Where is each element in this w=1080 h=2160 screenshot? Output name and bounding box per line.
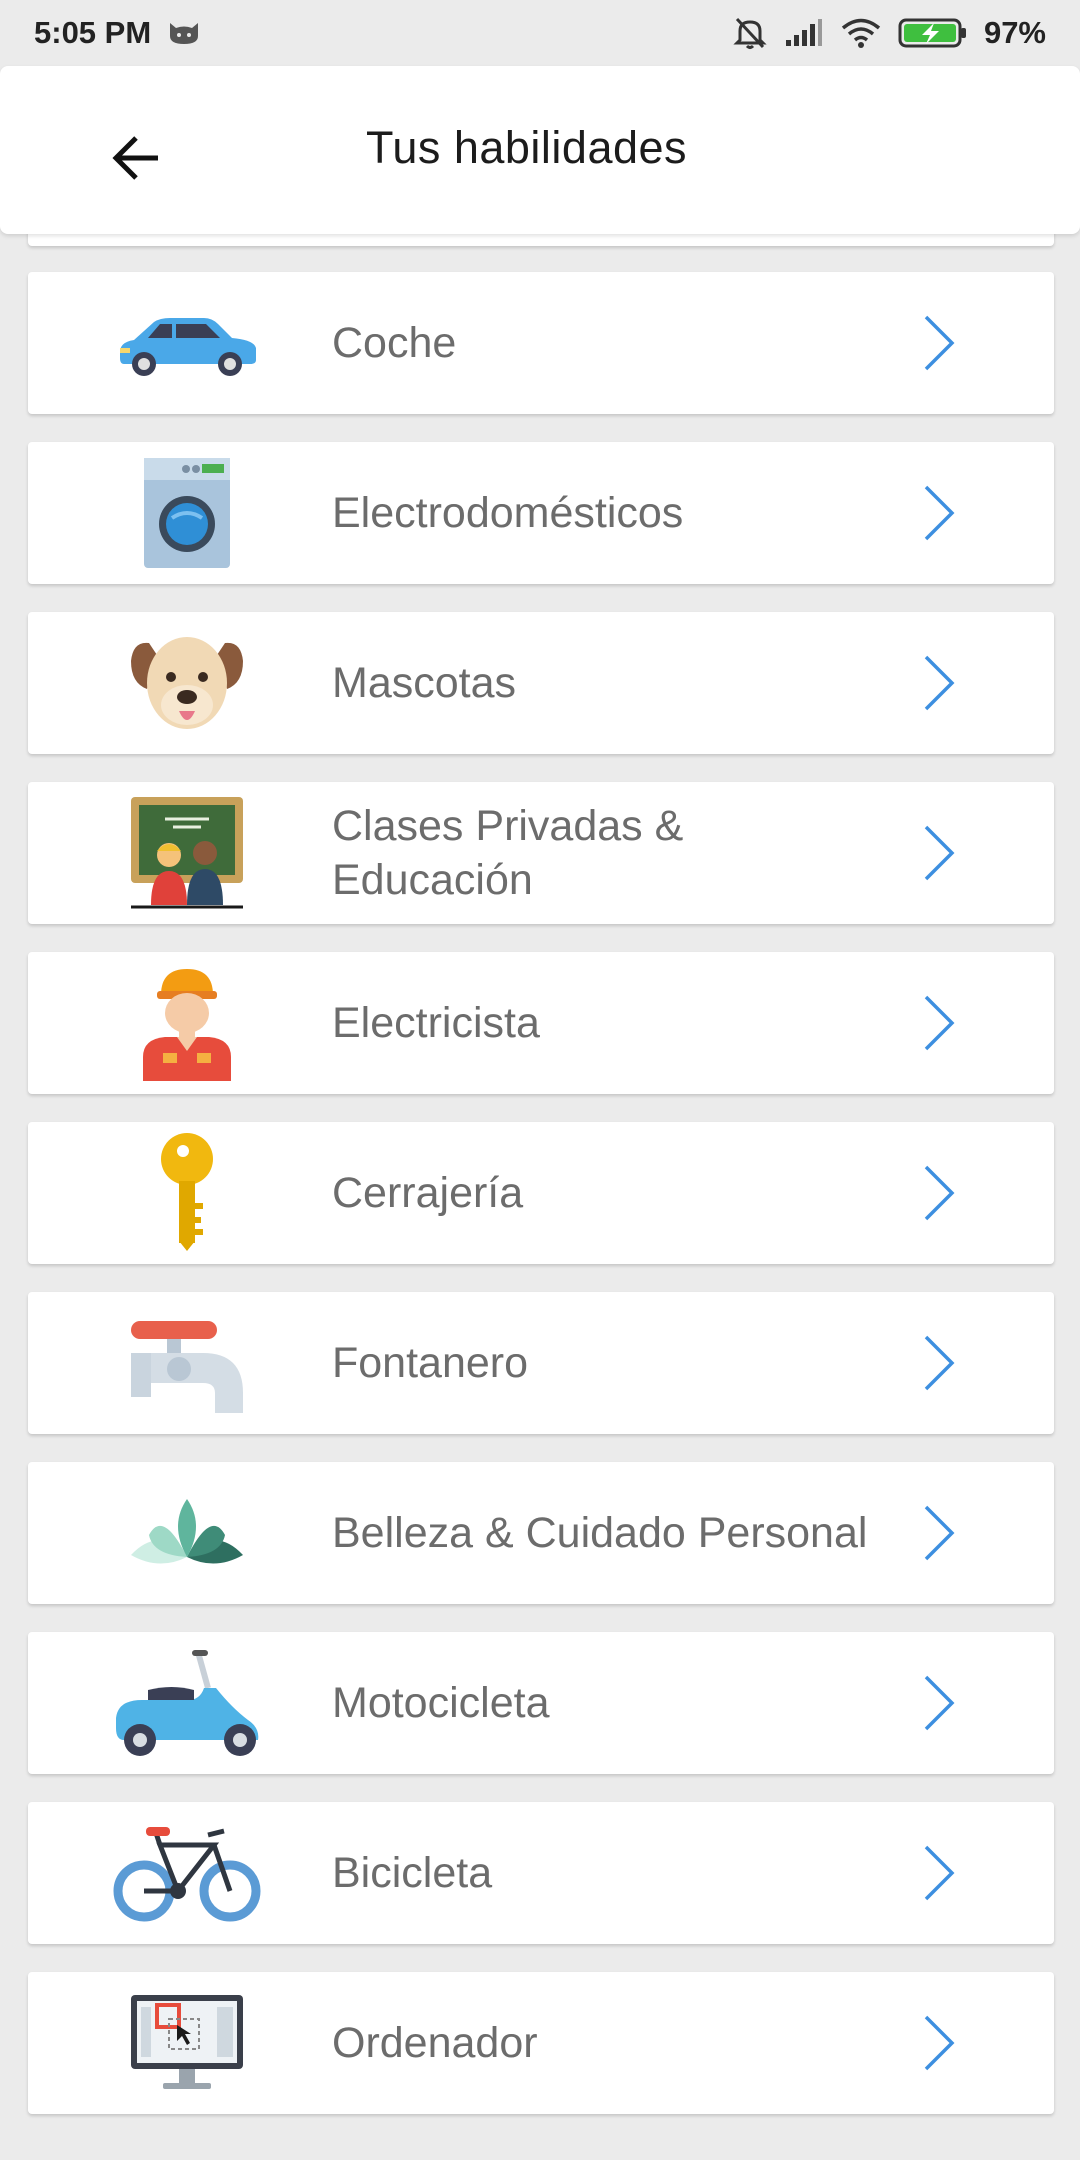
skill-item-cerrajeria[interactable]: Cerrajería — [28, 1122, 1054, 1264]
chevron-right-icon — [924, 315, 955, 371]
chevron-right-icon — [924, 485, 955, 541]
back-button[interactable] — [96, 118, 176, 198]
faucet-icon — [112, 1298, 262, 1428]
lotus-icon — [112, 1468, 262, 1598]
computer-icon — [112, 1978, 262, 2108]
scooter-icon — [112, 1638, 262, 1768]
chevron-right-icon — [924, 1505, 955, 1561]
skill-item-mascotas[interactable]: Mascotas — [28, 612, 1054, 754]
chevron-right-icon — [924, 825, 955, 881]
skill-label: Electricista — [332, 999, 540, 1047]
page-title: Tus habilidades — [366, 122, 688, 173]
skill-item-motocicleta[interactable]: Motocicleta — [28, 1632, 1054, 1774]
washing-machine-icon — [112, 448, 262, 578]
chevron-right-icon — [924, 1845, 955, 1901]
key-icon — [112, 1128, 262, 1258]
skills-list: Coche Electrodomésticos Mascotas Clases … — [0, 0, 1080, 2160]
skill-label: Electrodomésticos — [332, 489, 684, 537]
skill-item-bicicleta[interactable]: Bicicleta — [28, 1802, 1054, 1944]
skill-label: Bicicleta — [332, 1849, 493, 1897]
skill-item-clases-privadas[interactable]: Clases Privadas & Educación — [28, 782, 1054, 924]
electrician-icon — [112, 958, 262, 1088]
chevron-right-icon — [924, 1165, 955, 1221]
skill-label: Ordenador — [332, 2019, 538, 2067]
skill-item-electricista[interactable]: Electricista — [28, 952, 1054, 1094]
bicycle-icon — [112, 1808, 262, 1938]
skill-item-belleza[interactable]: Belleza & Cuidado Personal — [28, 1462, 1054, 1604]
chevron-right-icon — [924, 995, 955, 1051]
skill-label: Belleza & Cuidado Personal — [332, 1509, 868, 1557]
skill-item-fontanero[interactable]: Fontanero — [28, 1292, 1054, 1434]
chevron-right-icon — [924, 1335, 955, 1391]
chevron-right-icon — [924, 655, 955, 711]
skill-label: Clases Privadas & Educación — [332, 802, 684, 904]
skill-item-electrodomesticos[interactable]: Electrodomésticos — [28, 442, 1054, 584]
skill-label: Cerrajería — [332, 1169, 524, 1217]
skill-item-coche[interactable]: Coche — [28, 272, 1054, 414]
arrow-left-icon — [112, 136, 158, 180]
classroom-icon — [112, 788, 262, 918]
skill-label: Coche — [332, 319, 457, 367]
dog-icon — [112, 618, 262, 748]
chevron-right-icon — [924, 2015, 955, 2071]
skill-item-ordenador[interactable]: Ordenador — [28, 1972, 1054, 2114]
skill-label: Mascotas — [332, 659, 517, 707]
skill-label: Fontanero — [332, 1339, 529, 1387]
app-bar: Tus habilidades — [0, 66, 1080, 234]
skill-label: Motocicleta — [332, 1679, 550, 1727]
chevron-right-icon — [924, 1675, 955, 1731]
car-icon — [112, 278, 262, 408]
